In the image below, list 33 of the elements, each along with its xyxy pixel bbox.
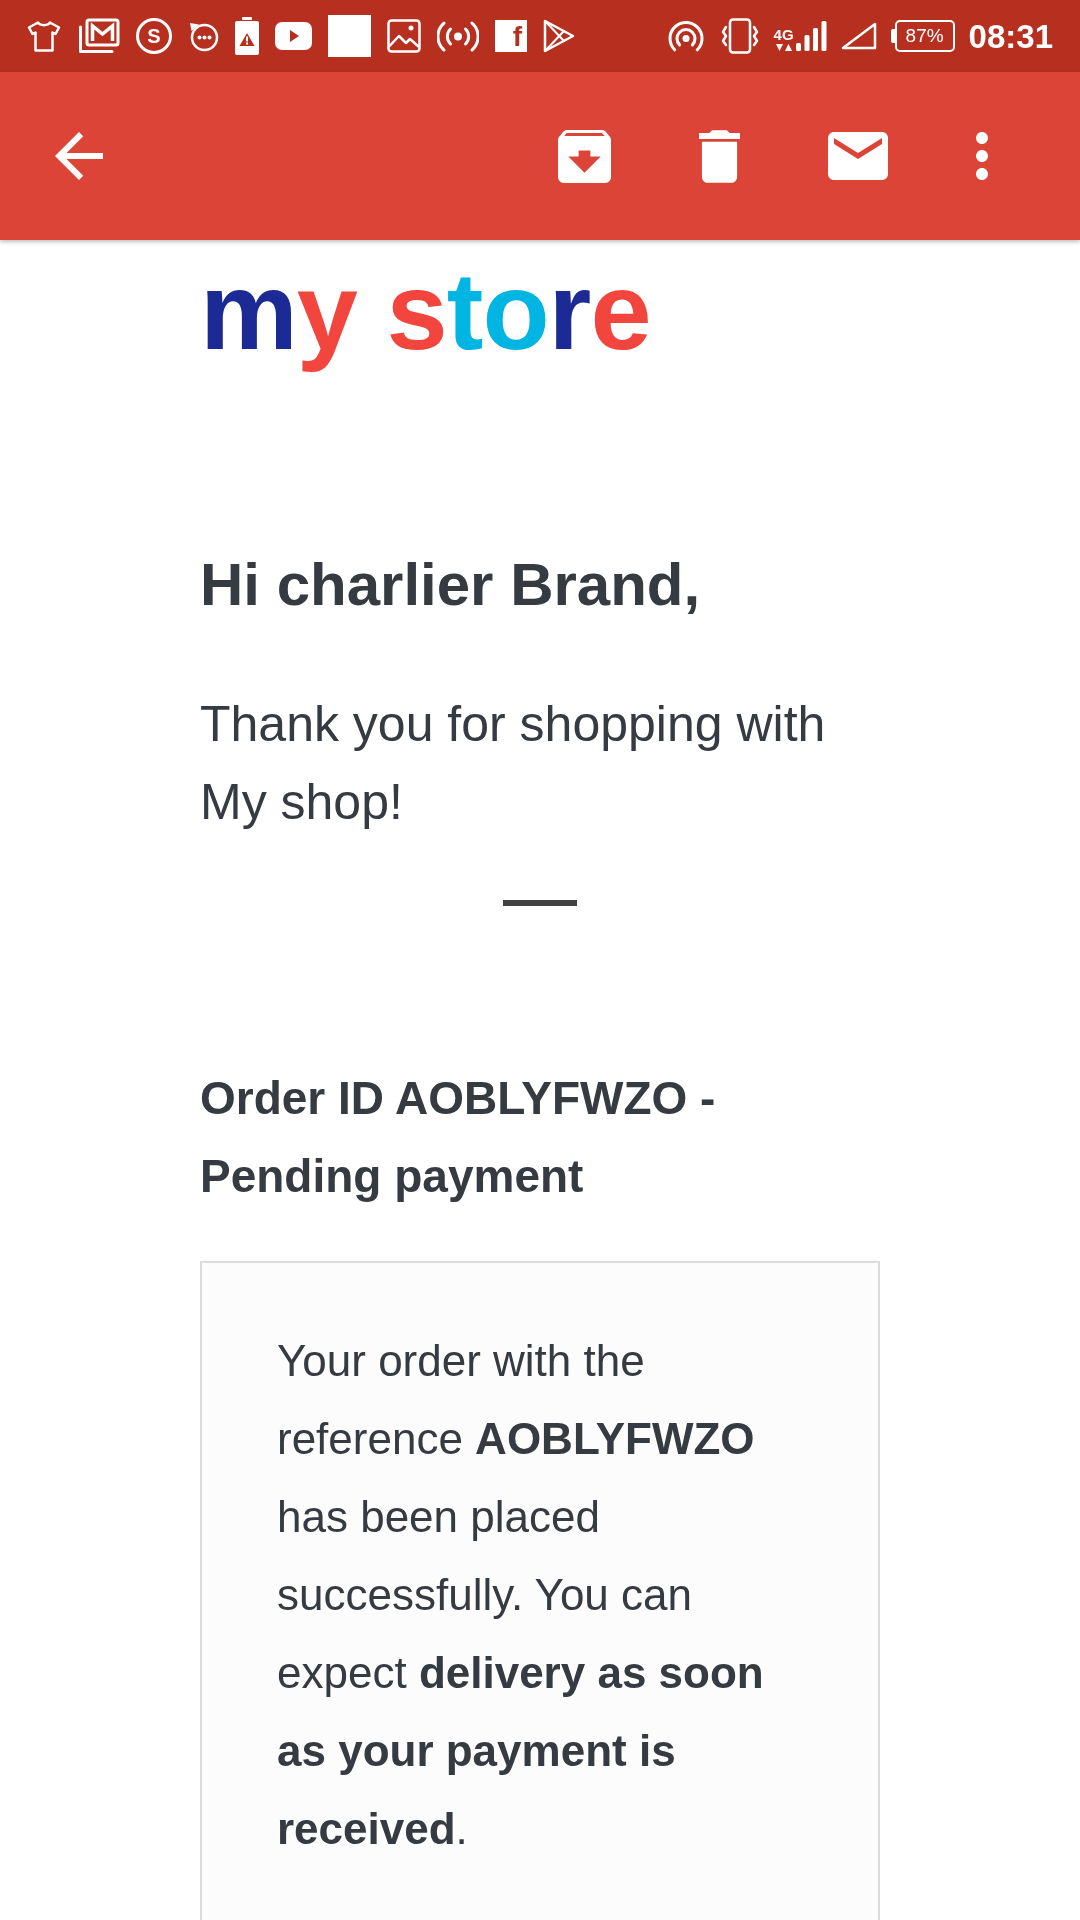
order-message: Your order with the reference AOBLYFWZO has been placed successfully. You can expect delivery as soon as your payment is received. [277, 1335, 765, 1855]
battery-alert-icon [235, 17, 259, 55]
blank-tile-icon [328, 15, 371, 57]
battery-indicator: 87% [890, 20, 955, 52]
play-video-icon [275, 22, 312, 50]
mark-unread-button[interactable] [828, 132, 888, 180]
clock-time: 08:31 [968, 19, 1053, 53]
network-type-label: 4G [773, 27, 794, 42]
tshirt-icon [26, 19, 62, 53]
signal-bars-icon [795, 21, 827, 51]
cell-signal-icon [840, 22, 877, 50]
order-status-heading: Order ID AOBLYFWZO - Pending payment [200, 1071, 717, 1204]
more-options-button[interactable] [976, 132, 988, 180]
greeting-heading: Hi charlier Brand, [200, 550, 702, 620]
play-triangle-icon [543, 19, 575, 53]
intro-text: Thank you for shopping with My shop! [200, 695, 827, 832]
back-button[interactable] [55, 132, 103, 180]
vibrate-icon [719, 18, 760, 54]
mail-icon [828, 132, 888, 180]
data-arrows-icon [775, 44, 792, 51]
chat-bubble-icon [188, 20, 219, 52]
archive-icon [558, 129, 611, 183]
image-icon [387, 19, 421, 53]
circled-letter-icon: S [136, 18, 172, 54]
broadcast-icon [437, 20, 479, 52]
back-arrow-icon [55, 132, 103, 180]
stacked-mail-icon [78, 18, 120, 54]
delete-button[interactable] [699, 129, 740, 183]
more-vertical-icon [976, 132, 988, 180]
store-logo: my store [199, 248, 652, 374]
archive-button[interactable] [558, 129, 611, 183]
trash-icon [699, 129, 740, 183]
letter-tile-icon: f [495, 20, 527, 52]
